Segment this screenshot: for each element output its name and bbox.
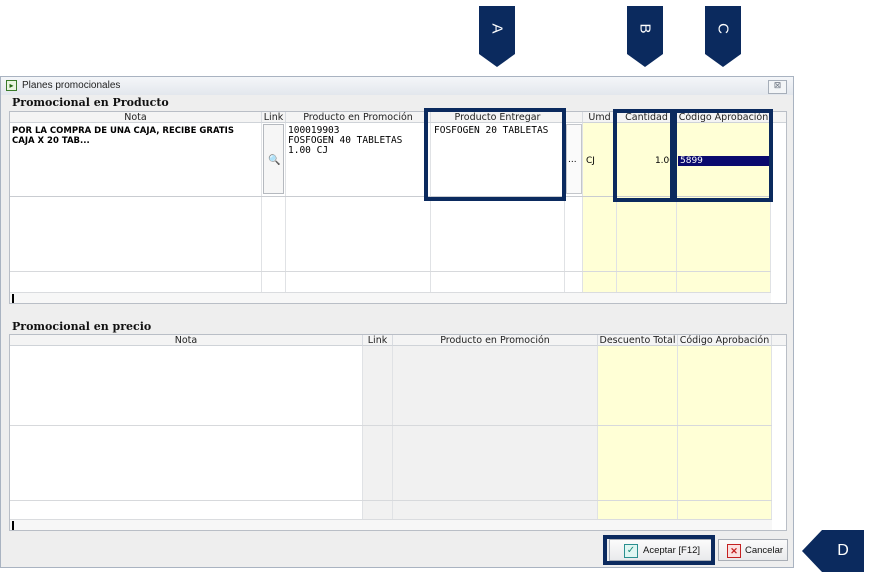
callout-d: D xyxy=(802,530,864,572)
app-icon: ▸ xyxy=(6,80,17,91)
row-nota: POR LA COMPRA DE UNA CAJA, RECIBE GRATIS… xyxy=(12,126,234,146)
header-descuento-total[interactable]: Descuento Total xyxy=(598,335,678,346)
highlight-box-c xyxy=(673,109,773,202)
header-codigo-aprobacion[interactable]: Código Aprobación xyxy=(678,335,772,346)
callout-a: A xyxy=(479,6,515,67)
footer-marker xyxy=(12,521,14,530)
highlight-box-a xyxy=(424,108,566,201)
title-bar: ▸ Planes promocionales ⊠ xyxy=(1,77,793,95)
callout-b: B xyxy=(627,6,663,67)
col-link xyxy=(363,346,393,530)
magnifier-icon: 🔍 xyxy=(268,155,281,166)
header-producto-promocion[interactable]: Producto en Promoción xyxy=(393,335,598,346)
ellipsis-button[interactable]: ... xyxy=(566,124,582,194)
grid-footer xyxy=(10,292,771,303)
grid-footer xyxy=(10,519,772,530)
header-producto-promocion[interactable]: Producto en Promoción xyxy=(286,112,431,123)
cancel-x-icon: ✕ xyxy=(727,544,741,558)
section-title-precio: Promocional en precio xyxy=(12,320,152,333)
link-button[interactable]: 🔍 xyxy=(263,124,284,194)
section-title-producto: Promocional en Producto xyxy=(12,96,169,109)
col-producto-promocion xyxy=(393,346,598,530)
header-link[interactable]: Link xyxy=(262,112,286,123)
header-link[interactable]: Link xyxy=(363,335,393,346)
col-descuento-total xyxy=(598,346,678,530)
col-codigo-aprobacion xyxy=(678,346,772,530)
row-divider xyxy=(10,425,772,426)
highlight-box-d xyxy=(603,535,715,565)
footer-marker xyxy=(12,294,14,303)
close-button[interactable]: ⊠ xyxy=(768,80,787,94)
header-umd[interactable]: Umd xyxy=(583,112,617,123)
promo-price-grid[interactable]: Nota Link Producto en Promoción Descuent… xyxy=(9,334,787,531)
header-filler xyxy=(772,335,786,346)
callout-c: C xyxy=(705,6,741,67)
header-nota[interactable]: Nota xyxy=(10,112,262,123)
highlight-box-b xyxy=(613,109,674,202)
header-filler xyxy=(771,112,786,123)
row-umd[interactable]: CJ xyxy=(586,156,595,166)
header-nota[interactable]: Nota xyxy=(10,335,363,346)
header-ellipsis[interactable] xyxy=(565,112,583,123)
window-title: Planes promocionales xyxy=(22,80,121,91)
cancel-button[interactable]: ✕ Cancelar xyxy=(718,539,788,561)
row-producto-qty: 1.00 CJ xyxy=(288,145,329,156)
col-nota xyxy=(10,346,363,530)
row-divider xyxy=(10,500,772,501)
row-divider xyxy=(10,271,771,272)
